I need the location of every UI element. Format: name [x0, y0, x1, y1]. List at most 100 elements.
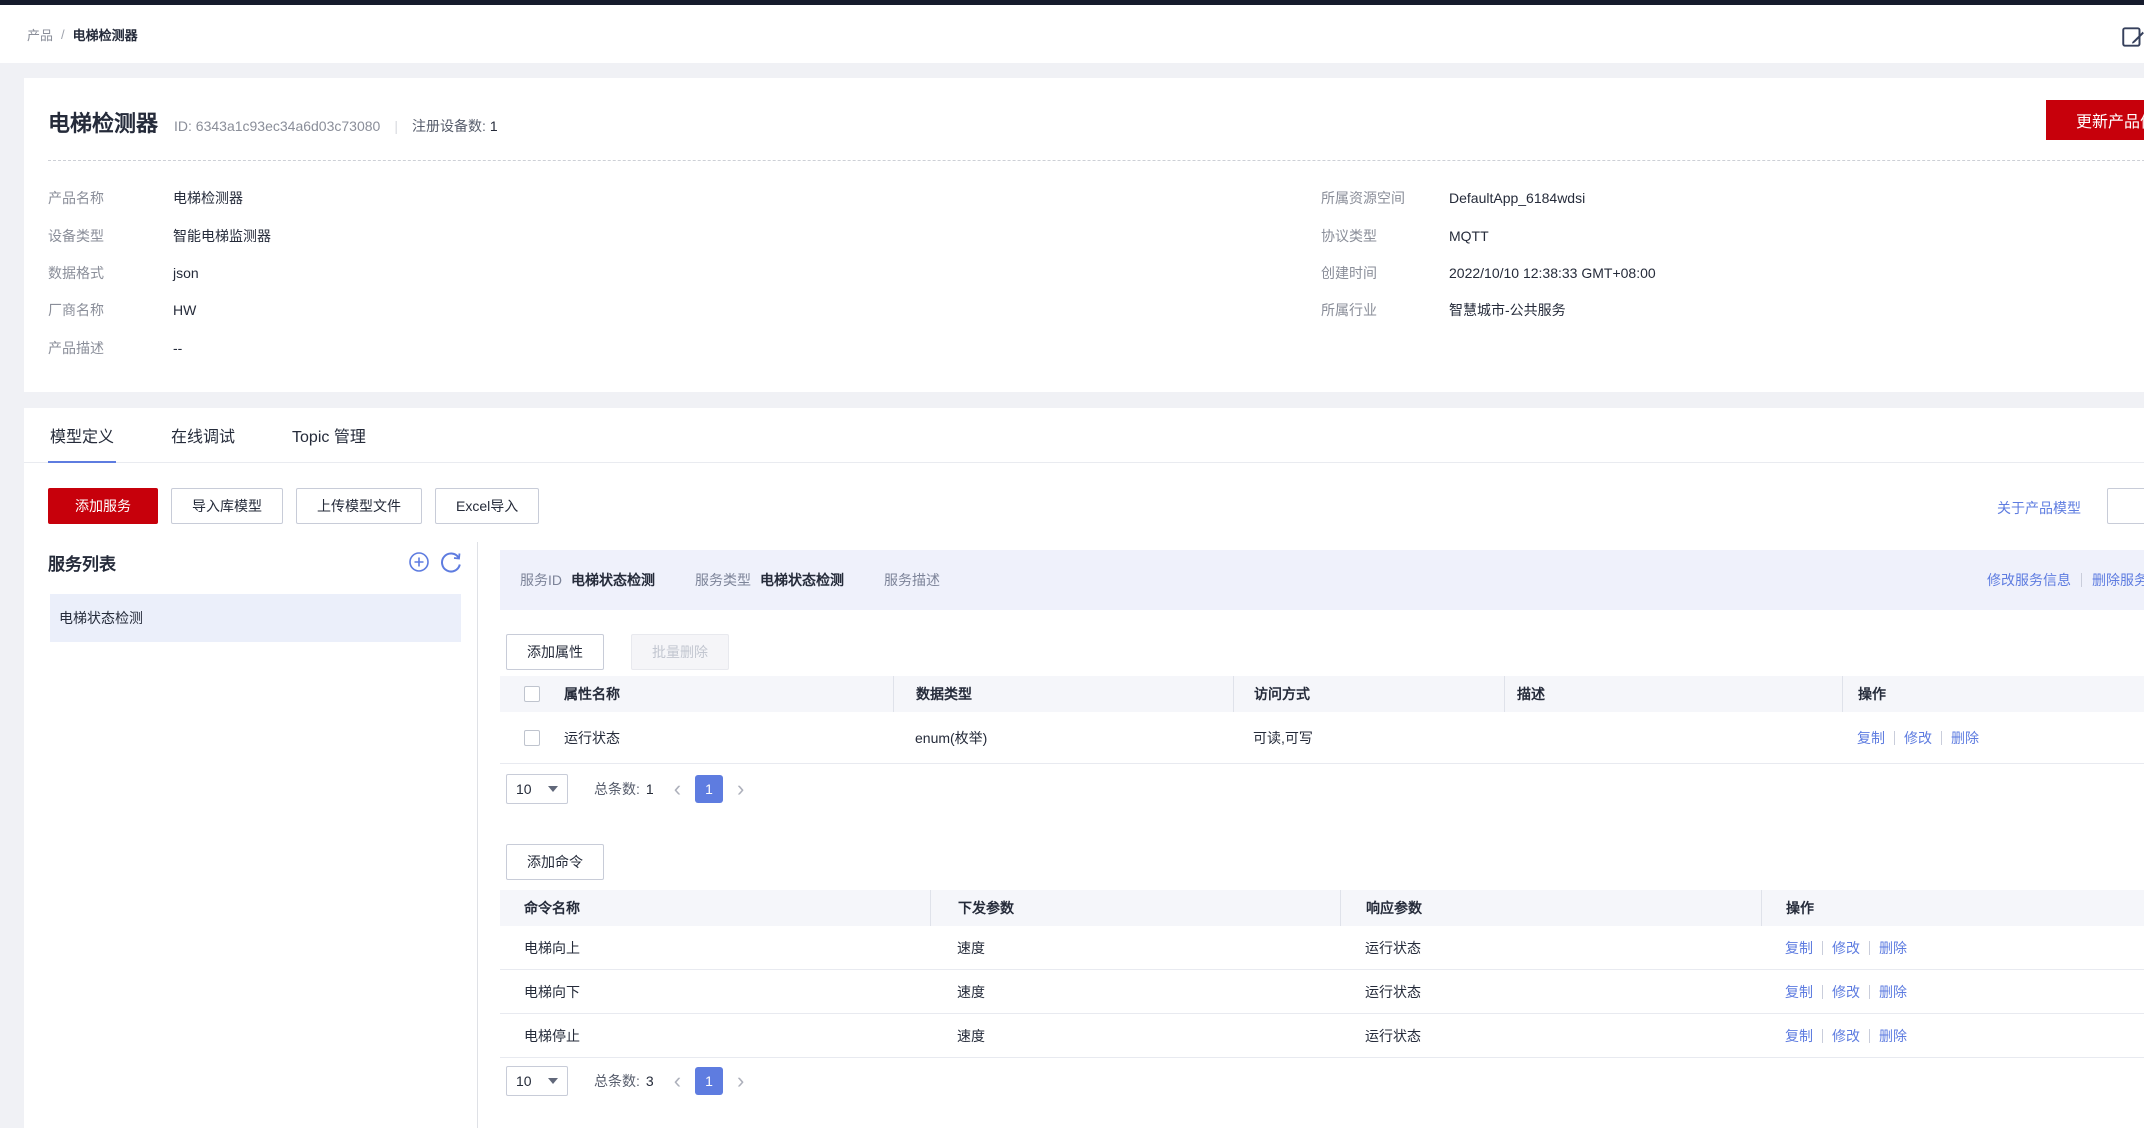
property-pagination: 10 总条数: 1 ‹ 1 › — [506, 774, 2144, 804]
chevron-down-icon — [548, 1078, 558, 1084]
detail-row: 设备类型智能电梯监测器 — [48, 226, 271, 246]
column-header-property-name: 属性名称 — [540, 684, 893, 704]
delete-link[interactable]: 删除 — [1879, 982, 1907, 1002]
add-property-button[interactable]: 添加属性 — [506, 634, 604, 670]
detail-value: 智能电梯监测器 — [173, 228, 271, 244]
column-header-description: 描述 — [1504, 676, 1842, 712]
detail-label: 所属资源空间 — [1321, 188, 1449, 208]
product-info-card: 电梯检测器 ID: 6343a1c93ec34a6d03c73080 | 注册设… — [24, 78, 2144, 392]
service-list-panel: 服务列表 电梯状态检测 — [24, 542, 478, 1128]
command-name: 电梯向上 — [500, 938, 930, 958]
row-checkbox[interactable] — [524, 730, 540, 746]
add-service-icon[interactable] — [408, 551, 430, 573]
detail-value: 2022/10/10 12:38:33 GMT+08:00 — [1449, 265, 1656, 281]
delete-link[interactable]: 删除 — [1951, 728, 1979, 748]
service-id-value: 电梯状态检测 — [571, 570, 655, 590]
current-page-button[interactable]: 1 — [695, 775, 723, 803]
copy-link[interactable]: 复制 — [1785, 982, 1813, 1002]
detail-label: 厂商名称 — [48, 300, 173, 320]
next-page-button[interactable]: › — [737, 775, 744, 803]
service-info-bar: 服务ID 电梯状态检测 服务类型 电梯状态检测 服务描述 修改服务信息 删除服务 — [500, 550, 2144, 610]
breadcrumb: 产品 / 电梯检测器 — [27, 25, 138, 44]
page-size-select[interactable]: 10 — [506, 774, 568, 804]
property-row: 运行状态 enum(枚举) 可读,可写 复制 修改 删除 — [500, 712, 2144, 764]
service-detail-region: 服务ID 电梯状态检测 服务类型 电梯状态检测 服务描述 修改服务信息 删除服务… — [500, 550, 2144, 1096]
add-service-button[interactable]: 添加服务 — [48, 488, 158, 524]
select-all-checkbox[interactable] — [524, 686, 540, 702]
add-command-button[interactable]: 添加命令 — [506, 844, 604, 880]
doc-edit-icon[interactable] — [2120, 24, 2144, 50]
column-header-actions: 操作 — [1842, 676, 2144, 712]
title-divider: | — [394, 118, 398, 134]
prev-page-button[interactable]: ‹ — [674, 775, 681, 803]
detail-label: 所属行业 — [1321, 300, 1449, 320]
update-product-button[interactable]: 更新产品信息 — [2046, 100, 2144, 140]
detail-label: 数据格式 — [48, 263, 173, 283]
copy-link[interactable]: 复制 — [1857, 728, 1885, 748]
tab-model-definition[interactable]: 模型定义 — [48, 423, 116, 463]
model-definition-card: 模型定义 在线调试 Topic 管理 添加服务 导入库模型 上传模型文件 Exc… — [24, 408, 2144, 1128]
export-button[interactable]: 导出 — [2107, 488, 2144, 524]
property-table-header: 属性名称 数据类型 访问方式 描述 操作 — [500, 676, 2144, 712]
breadcrumb-current: 电梯检测器 — [73, 25, 138, 44]
registered-devices-label: 注册设备数: — [412, 116, 486, 136]
command-row: 电梯向下 速度 运行状态 复制 修改 删除 — [500, 970, 2144, 1014]
command-name: 电梯停止 — [500, 1026, 930, 1046]
registered-devices-count[interactable]: 1 — [490, 118, 498, 134]
detail-value: -- — [173, 340, 182, 356]
detail-row: 创建时间2022/10/10 12:38:33 GMT+08:00 — [1321, 263, 1656, 283]
command-resp-param: 运行状态 — [1340, 938, 1761, 958]
command-down-param: 速度 — [930, 938, 1340, 958]
upload-model-file-button[interactable]: 上传模型文件 — [296, 488, 422, 524]
delete-link[interactable]: 删除 — [1879, 938, 1907, 958]
tab-bar: 模型定义 在线调试 Topic 管理 — [24, 408, 2144, 463]
detail-row: 所属行业智慧城市-公共服务 — [1321, 300, 1566, 320]
refresh-icon[interactable] — [440, 551, 462, 573]
tab-online-debug[interactable]: 在线调试 — [169, 423, 237, 463]
detail-row: 厂商名称HW — [48, 300, 196, 320]
prev-page-button[interactable]: ‹ — [674, 1067, 681, 1095]
about-product-model-link[interactable]: 关于产品模型 — [1997, 498, 2081, 518]
service-list-item[interactable]: 电梯状态检测 — [50, 594, 461, 642]
detail-row: 所属资源空间DefaultApp_6184wdsi — [1321, 188, 1585, 208]
command-resp-param: 运行状态 — [1340, 982, 1761, 1002]
detail-value: 智慧城市-公共服务 — [1449, 302, 1566, 318]
command-down-param: 速度 — [930, 982, 1340, 1002]
excel-import-button[interactable]: Excel导入 — [435, 488, 539, 524]
page-size-select[interactable]: 10 — [506, 1066, 568, 1096]
tab-topic-management[interactable]: Topic 管理 — [290, 423, 368, 463]
breadcrumb-products-link[interactable]: 产品 — [27, 25, 53, 44]
modify-link[interactable]: 修改 — [1832, 982, 1860, 1002]
property-access: 可读,可写 — [1233, 728, 1504, 748]
column-header-access-mode: 访问方式 — [1233, 676, 1504, 712]
command-name: 电梯向下 — [500, 982, 930, 1002]
breadcrumb-bar: 产品 / 电梯检测器 — [0, 5, 2144, 63]
command-resp-param: 运行状态 — [1340, 1026, 1761, 1046]
modify-link[interactable]: 修改 — [1904, 728, 1932, 748]
delete-link[interactable]: 删除 — [1879, 1026, 1907, 1046]
column-header-actions: 操作 — [1761, 890, 2144, 926]
service-type-label: 服务类型 — [695, 570, 751, 590]
dashed-divider — [48, 160, 2144, 161]
total-count-label: 总条数: — [594, 779, 640, 799]
delete-service-link[interactable]: 删除服务 — [2092, 570, 2144, 590]
import-library-model-button[interactable]: 导入库模型 — [171, 488, 283, 524]
column-header-command-name: 命令名称 — [500, 898, 930, 918]
batch-delete-button[interactable]: 批量删除 — [631, 634, 729, 670]
model-toolbar: 添加服务 导入库模型 上传模型文件 Excel导入 — [48, 488, 539, 524]
command-table-header: 命令名称 下发参数 响应参数 操作 — [500, 890, 2144, 926]
column-header-response-params: 响应参数 — [1340, 890, 1761, 926]
detail-row: 产品名称电梯检测器 — [48, 188, 243, 208]
chevron-down-icon — [548, 786, 558, 792]
detail-value: MQTT — [1449, 228, 1489, 244]
current-page-button[interactable]: 1 — [695, 1067, 723, 1095]
next-page-button[interactable]: › — [737, 1067, 744, 1095]
modify-link[interactable]: 修改 — [1832, 938, 1860, 958]
copy-link[interactable]: 复制 — [1785, 938, 1813, 958]
modify-service-link[interactable]: 修改服务信息 — [1987, 570, 2071, 590]
total-count-label: 总条数: — [594, 1071, 640, 1091]
modify-link[interactable]: 修改 — [1832, 1026, 1860, 1046]
copy-link[interactable]: 复制 — [1785, 1026, 1813, 1046]
command-row: 电梯停止 速度 运行状态 复制 修改 删除 — [500, 1014, 2144, 1058]
detail-label: 产品描述 — [48, 338, 173, 358]
